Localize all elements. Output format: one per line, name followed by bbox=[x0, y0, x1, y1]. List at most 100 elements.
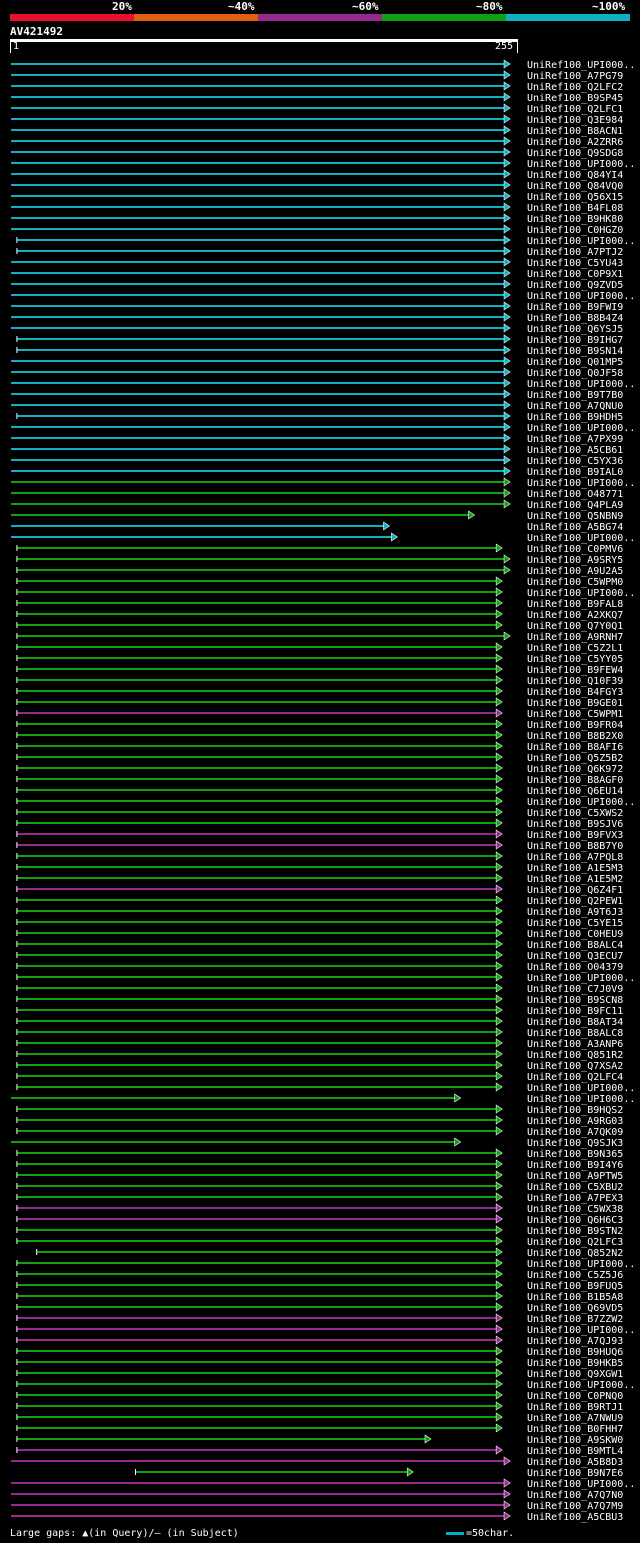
hit-label[interactable]: UniRef100_B1B5A8 bbox=[527, 1292, 623, 1303]
hit-row[interactable]: UniRef100_C0P9X1 bbox=[11, 268, 623, 280]
hit-row[interactable]: UniRef100_A7QK09 bbox=[16, 1126, 623, 1138]
hit-label[interactable]: UniRef100_B8ALC8 bbox=[527, 1028, 623, 1039]
hit-row[interactable]: UniRef100_A9T6J3 bbox=[16, 906, 623, 918]
hit-label[interactable]: UniRef100_C5WX38 bbox=[527, 1204, 623, 1215]
hit-label[interactable]: UniRef100_UPI000.. bbox=[527, 379, 635, 390]
hit-row[interactable]: UniRef100_B9HDH5 bbox=[16, 411, 623, 423]
hit-row[interactable]: UniRef100_B9N7E6 bbox=[135, 1467, 624, 1479]
hit-label[interactable]: UniRef100_A9RNH7 bbox=[527, 632, 623, 643]
hit-label[interactable]: UniRef100_Q69VD5 bbox=[527, 1303, 623, 1314]
hit-label[interactable]: UniRef100_UPI000.. bbox=[527, 588, 635, 599]
hit-row[interactable]: UniRef100_A7PX99 bbox=[11, 433, 623, 445]
hit-row[interactable]: UniRef100_B8ALC8 bbox=[16, 1027, 623, 1039]
hit-label[interactable]: UniRef100_B9HKB5 bbox=[527, 1358, 623, 1369]
hit-label[interactable]: UniRef100_C0HGZ0 bbox=[527, 225, 623, 236]
hit-label[interactable]: UniRef100_Q4PLA9 bbox=[527, 500, 623, 511]
hit-label[interactable]: UniRef100_Q84VQ0 bbox=[527, 181, 623, 192]
hit-label[interactable]: UniRef100_B9FAL8 bbox=[527, 599, 623, 610]
hit-label[interactable]: UniRef100_A5BG74 bbox=[527, 522, 623, 533]
hit-row[interactable]: UniRef100_A1E5M2 bbox=[16, 873, 623, 885]
hit-row[interactable]: UniRef100_B8ACN1 bbox=[11, 125, 623, 137]
hit-label[interactable]: UniRef100_B9HK80 bbox=[527, 214, 623, 225]
hit-row[interactable]: UniRef100_A9RNH7 bbox=[16, 631, 623, 643]
hit-row[interactable]: UniRef100_C5WPM1 bbox=[16, 708, 623, 720]
hit-row[interactable]: UniRef100_A5CBU3 bbox=[11, 1511, 623, 1523]
hit-label[interactable]: UniRef100_B9SN14 bbox=[527, 346, 623, 357]
hit-row[interactable]: UniRef100_C5YX36 bbox=[11, 455, 623, 467]
hit-label[interactable]: UniRef100_B9HQS2 bbox=[527, 1105, 623, 1116]
hit-row[interactable]: UniRef100_UPI000.. bbox=[16, 796, 635, 808]
hit-row[interactable]: UniRef100_B8AFI6 bbox=[16, 741, 623, 753]
hit-label[interactable]: UniRef100_B9FC11 bbox=[527, 1006, 623, 1017]
hit-label[interactable]: UniRef100_Q2LFC3 bbox=[527, 1237, 623, 1248]
hit-row[interactable]: UniRef100_B9FC11 bbox=[16, 1005, 623, 1017]
hit-row[interactable]: UniRef100_B9FUQ5 bbox=[16, 1280, 623, 1292]
hit-label[interactable]: UniRef100_B8AGF0 bbox=[527, 775, 623, 786]
hit-label[interactable]: UniRef100_B9SJV6 bbox=[527, 819, 623, 830]
hit-label[interactable]: UniRef100_A9PTW5 bbox=[527, 1171, 623, 1182]
hit-row[interactable]: UniRef100_UPI000.. bbox=[16, 1258, 635, 1270]
hit-label[interactable]: UniRef100_B8AFI6 bbox=[527, 742, 623, 753]
hit-label[interactable]: UniRef100_B9MTL4 bbox=[527, 1446, 623, 1457]
hit-row[interactable]: UniRef100_B4FGY3 bbox=[16, 686, 623, 698]
hit-row[interactable]: UniRef100_B9SP45 bbox=[11, 92, 623, 104]
hit-label[interactable]: UniRef100_UPI000.. bbox=[527, 236, 635, 247]
hit-row[interactable]: UniRef100_Q3E984 bbox=[11, 114, 623, 126]
hit-label[interactable]: UniRef100_UPI000.. bbox=[527, 478, 635, 489]
hit-row[interactable]: UniRef100_B9I4Y6 bbox=[16, 1159, 623, 1171]
hit-label[interactable]: UniRef100_Q852N2 bbox=[527, 1248, 623, 1259]
hit-label[interactable]: UniRef100_Q9ZVD5 bbox=[527, 280, 623, 291]
hit-label[interactable]: UniRef100_A5B8D3 bbox=[527, 1457, 623, 1468]
hit-row[interactable]: UniRef100_A5B8D3 bbox=[11, 1456, 623, 1468]
hit-row[interactable]: UniRef100_Q4PLA9 bbox=[11, 499, 623, 511]
hit-row[interactable]: UniRef100_B9N365 bbox=[16, 1148, 623, 1160]
hit-label[interactable]: UniRef100_Q3ECU7 bbox=[527, 951, 623, 962]
hit-label[interactable]: UniRef100_Q6YSJ5 bbox=[527, 324, 623, 335]
hit-label[interactable]: UniRef100_Q851R2 bbox=[527, 1050, 623, 1061]
hit-row[interactable]: UniRef100_Q10F39 bbox=[16, 675, 623, 687]
hit-row[interactable]: UniRef100_B9GE01 bbox=[16, 697, 623, 709]
hit-row[interactable]: UniRef100_A5CB61 bbox=[11, 444, 623, 456]
hit-row[interactable]: UniRef100_B9FR04 bbox=[16, 719, 623, 731]
hit-label[interactable]: UniRef100_B9N365 bbox=[527, 1149, 623, 1160]
hit-label[interactable]: UniRef100_A5CB61 bbox=[527, 445, 623, 456]
hit-row[interactable]: UniRef100_C0PMV6 bbox=[16, 543, 623, 555]
hit-row[interactable]: UniRef100_B8AGF0 bbox=[16, 774, 623, 786]
hit-row[interactable]: UniRef100_Q9SDG8 bbox=[11, 147, 623, 159]
hit-row[interactable]: UniRef100_O48771 bbox=[11, 488, 623, 500]
hit-row[interactable]: UniRef100_Q6YSJ5 bbox=[11, 323, 623, 335]
hit-label[interactable]: UniRef100_A7Q7M9 bbox=[527, 1501, 623, 1512]
hit-label[interactable]: UniRef100_A7QNU0 bbox=[527, 401, 623, 412]
hit-row[interactable]: UniRef100_B9FWI9 bbox=[11, 301, 623, 313]
hit-row[interactable]: UniRef100_A7PEX3 bbox=[16, 1192, 623, 1204]
hit-row[interactable]: UniRef100_B1B5A8 bbox=[16, 1291, 623, 1303]
hit-row[interactable]: UniRef100_C5WPM0 bbox=[16, 576, 623, 588]
hit-row[interactable]: UniRef100_B0FHH7 bbox=[16, 1423, 623, 1435]
hit-row[interactable]: UniRef100_A9U2A5 bbox=[16, 565, 623, 577]
hit-label[interactable]: UniRef100_Q5NBN9 bbox=[527, 511, 623, 522]
hit-label[interactable]: UniRef100_Q56X15 bbox=[527, 192, 623, 203]
hit-label[interactable]: UniRef100_B8B4Z4 bbox=[527, 313, 623, 324]
hit-label[interactable]: UniRef100_A9SRY5 bbox=[527, 555, 623, 566]
hit-label[interactable]: UniRef100_B9SP45 bbox=[527, 93, 623, 104]
hit-label[interactable]: UniRef100_Q2LFC1 bbox=[527, 104, 623, 115]
hit-row[interactable]: UniRef100_B9FAL8 bbox=[16, 598, 623, 610]
hit-label[interactable]: UniRef100_A7PG79 bbox=[527, 71, 623, 82]
hit-row[interactable]: UniRef100_B8ALC4 bbox=[16, 939, 623, 951]
hit-label[interactable]: UniRef100_A7PQL8 bbox=[527, 852, 623, 863]
hit-label[interactable]: UniRef100_B9IHG7 bbox=[527, 335, 623, 346]
hit-row[interactable]: UniRef100_UPI000.. bbox=[16, 1379, 635, 1391]
hit-label[interactable]: UniRef100_UPI000.. bbox=[527, 797, 635, 808]
hit-label[interactable]: UniRef100_B9IAL0 bbox=[527, 467, 623, 478]
hit-row[interactable]: UniRef100_A1E5M3 bbox=[16, 862, 623, 874]
hit-row[interactable]: UniRef100_C5XWS2 bbox=[16, 807, 623, 819]
hit-label[interactable]: UniRef100_Q2PEW1 bbox=[527, 896, 623, 907]
hit-label[interactable]: UniRef100_Q2LFC4 bbox=[527, 1072, 623, 1083]
hit-label[interactable]: UniRef100_C0P9X1 bbox=[527, 269, 623, 280]
hit-row[interactable]: UniRef100_B8B7Y0 bbox=[16, 840, 623, 852]
hit-row[interactable]: UniRef100_UPI000.. bbox=[11, 378, 635, 390]
hit-row[interactable]: UniRef100_Q84YI4 bbox=[11, 169, 623, 181]
hit-label[interactable]: UniRef100_C5WPM0 bbox=[527, 577, 623, 588]
hit-label[interactable]: UniRef100_UPI000.. bbox=[527, 533, 635, 544]
hit-label[interactable]: UniRef100_A7NWU9 bbox=[527, 1413, 623, 1424]
